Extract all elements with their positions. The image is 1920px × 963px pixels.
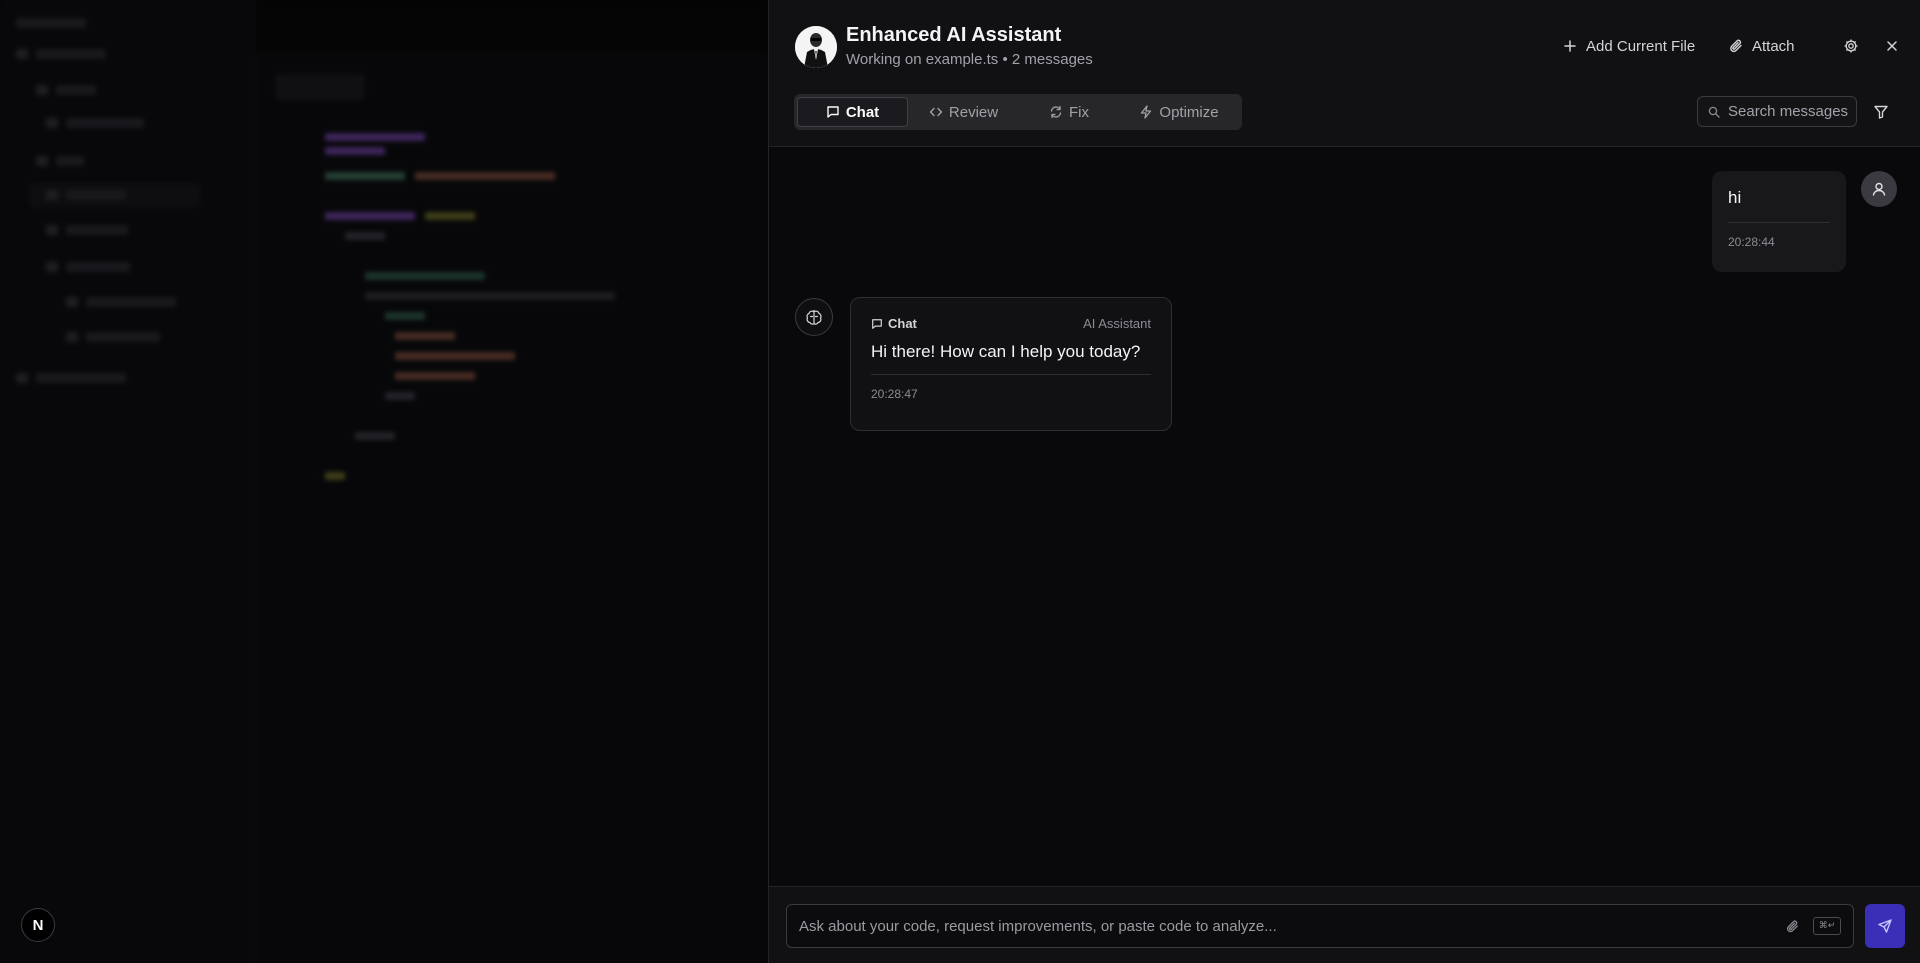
assistant-message-time: 20:28:47	[871, 387, 918, 401]
tab-optimize[interactable]: Optimize	[1119, 97, 1239, 127]
message-square-icon	[827, 106, 839, 118]
tab-chat[interactable]: Chat	[797, 97, 908, 127]
paperclip-icon	[1730, 39, 1742, 53]
user-message: hi 20:28:44	[1712, 171, 1846, 272]
brain-icon	[806, 309, 822, 325]
n-logo-icon[interactable]: N	[21, 908, 55, 942]
add-current-file-button[interactable]: Add Current File	[1562, 34, 1695, 58]
background-code-area	[255, 0, 768, 963]
tab-fix-label: Fix	[1069, 103, 1089, 121]
ai-avatar	[795, 298, 833, 336]
add-current-file-label: Add Current File	[1586, 37, 1696, 55]
user-message-time: 20:28:44	[1728, 235, 1775, 249]
attach-inline-button[interactable]	[1781, 915, 1803, 937]
message-square-icon	[872, 318, 882, 329]
filter-button[interactable]	[1869, 100, 1893, 124]
attach-button[interactable]: Attach	[1728, 34, 1795, 58]
close-icon	[1887, 41, 1897, 51]
tab-fix[interactable]: Fix	[1019, 97, 1119, 127]
user-avatar	[1861, 171, 1897, 207]
plus-icon	[1564, 40, 1576, 52]
background-file-tree	[0, 0, 255, 963]
divider	[871, 374, 1151, 375]
composer-box: ⌘↵	[786, 904, 1854, 948]
panel-header: Enhanced AI Assistant Working on example…	[769, 0, 1920, 147]
tab-review-label: Review	[948, 103, 999, 121]
search-box	[1697, 96, 1857, 127]
paperclip-icon	[1786, 920, 1798, 932]
shortcut-hint: ⌘↵	[1813, 917, 1841, 935]
tab-optimize-label: Optimize	[1159, 103, 1219, 121]
message-mode: Chat	[871, 316, 917, 331]
user-message-text: hi	[1728, 188, 1742, 207]
close-button[interactable]	[1880, 34, 1904, 58]
gear-icon	[1844, 39, 1858, 53]
message-input[interactable]	[799, 917, 1781, 935]
mode-tabs: Chat Review Fix Optimize	[794, 94, 1242, 130]
panel-title: Enhanced AI Assistant	[846, 24, 1062, 46]
panel-subtitle: Working on example.ts • 2 messages	[846, 51, 1093, 68]
message-mode-label: Chat	[888, 316, 917, 331]
code-icon	[929, 107, 943, 117]
zap-icon	[1141, 105, 1152, 119]
assistant-message-text: Hi there! How can I help you today?	[871, 342, 1141, 361]
tab-review[interactable]: Review	[908, 97, 1019, 127]
send-button[interactable]	[1865, 904, 1905, 948]
ai-assistant-panel: Enhanced AI Assistant Working on example…	[768, 0, 1920, 963]
assistant-avatar	[795, 26, 837, 68]
send-icon	[1878, 919, 1892, 933]
refresh-icon	[1050, 105, 1062, 119]
search-icon	[1708, 106, 1720, 118]
message-author: AI Assistant	[1083, 316, 1151, 331]
tab-chat-label: Chat	[845, 103, 880, 121]
composer: ⌘↵	[769, 886, 1920, 963]
background-editor	[0, 0, 768, 963]
user-icon	[1872, 182, 1886, 196]
assistant-message: Chat AI Assistant Hi there! How can I he…	[850, 297, 1172, 431]
divider	[1728, 222, 1830, 223]
filter-icon	[1874, 105, 1888, 119]
search-input[interactable]	[1728, 103, 1848, 120]
attach-label: Attach	[1752, 37, 1795, 55]
settings-button[interactable]	[1839, 34, 1863, 58]
